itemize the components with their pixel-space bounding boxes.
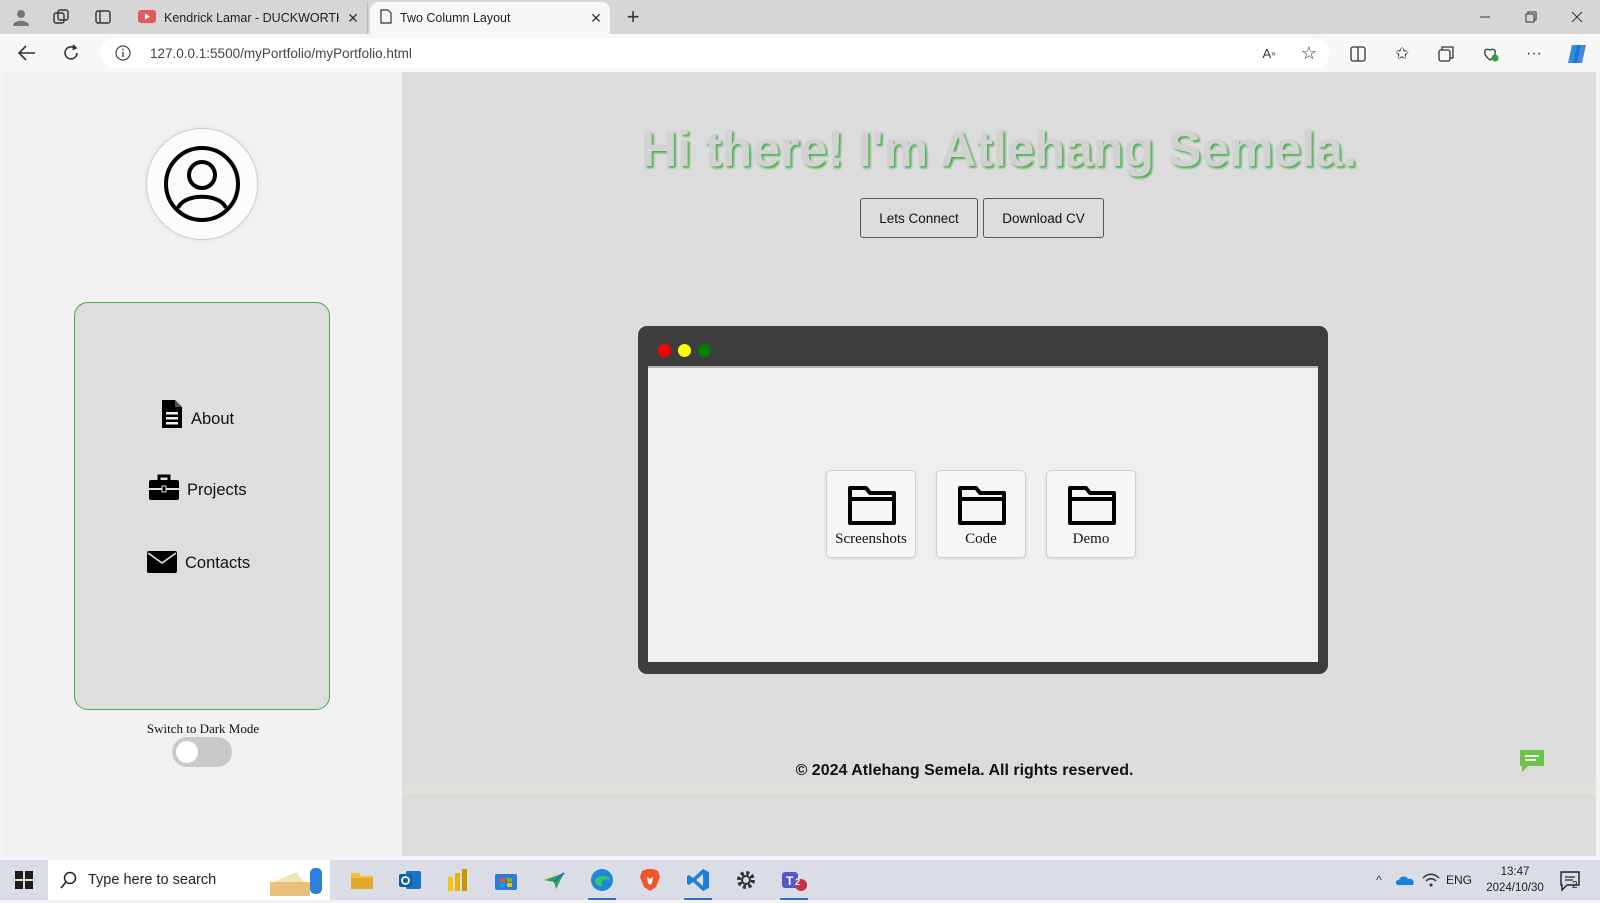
favorites-icon[interactable]: ✩ [1390, 42, 1414, 66]
main-content: Hi there! I'm Atlehang Semela. Lets Conn… [402, 72, 1596, 856]
avatar [146, 128, 258, 240]
nav-card: About Projects Contacts [74, 302, 330, 710]
new-tab-icon[interactable]: + [620, 4, 646, 29]
nav-item-about[interactable]: About [161, 399, 234, 429]
window-minimize-dot[interactable] [678, 344, 691, 357]
search-placeholder: Type here to search [88, 872, 217, 888]
refresh-icon[interactable] [58, 40, 84, 66]
profile-icon[interactable] [8, 6, 34, 28]
tab-youtube[interactable]: Kendrick Lamar - DUCKWORTH. t ✕ [130, 2, 368, 34]
power-bi-icon[interactable] [442, 865, 474, 895]
more-icon[interactable]: ··· [1522, 42, 1546, 66]
close-icon[interactable]: ✕ [339, 10, 367, 27]
nav-label: About [191, 410, 235, 428]
vscode-icon[interactable] [682, 865, 714, 900]
user-circle-icon [164, 146, 240, 222]
favorite-star-icon[interactable]: ☆ [1298, 42, 1320, 64]
search-icon [60, 871, 78, 894]
nav-label: Contacts [185, 554, 251, 572]
tab-two-column-layout[interactable]: Two Column Layout ✕ [370, 2, 610, 34]
outlook-icon[interactable] [394, 865, 426, 895]
folder-demo[interactable]: Demo [1046, 470, 1136, 558]
footer-band [402, 778, 1596, 794]
microsoft-store-icon[interactable] [490, 865, 522, 895]
onedrive-icon[interactable] [1394, 872, 1416, 888]
svg-text:T: T [786, 874, 794, 888]
url-field[interactable]: 127.0.0.1:5500/myPortfolio/myPortfolio.h… [100, 38, 1330, 68]
workspaces-icon[interactable] [48, 6, 74, 28]
notifications-icon[interactable]: 2 [1556, 868, 1586, 894]
folder-label: Demo [1072, 531, 1110, 547]
clock-date: 2024/10/30 [1486, 882, 1544, 894]
restore-icon[interactable] [1516, 6, 1546, 28]
chevron-up-icon[interactable]: ^ [1370, 872, 1388, 888]
edge-browser-icon[interactable] [586, 865, 618, 900]
briefcase-icon [149, 474, 179, 500]
folder-label: Code [965, 531, 997, 547]
youtube-icon [138, 10, 156, 26]
folder-icon [958, 486, 1006, 525]
tab-label: Two Column Layout [400, 11, 511, 25]
read-aloud-icon[interactable]: A» [1258, 42, 1280, 64]
project-window: Screenshots Code Demo [638, 326, 1328, 674]
url-text: 127.0.0.1:5500/myPortfolio/myPortfolio.h… [150, 45, 412, 61]
taskbar-search[interactable]: Type here to search [48, 860, 330, 900]
file-explorer-icon[interactable] [346, 865, 378, 895]
back-icon[interactable] [14, 40, 40, 66]
folder-code[interactable]: Code [936, 470, 1026, 558]
footer-copyright: © 2024 Atlehang Semela. All rights reser… [795, 762, 1134, 779]
window-screen: Screenshots Code Demo [648, 366, 1318, 662]
page-title: Hi there! I'm Atlehang Semela. [641, 121, 1357, 177]
info-icon[interactable] [114, 44, 132, 62]
taskbar: Type here to search T 2 ^ ENG 13:47 2024… [0, 860, 1600, 900]
minimize-icon[interactable] [1470, 6, 1500, 28]
window-maximize-dot[interactable] [698, 344, 711, 357]
collections-icon[interactable] [1434, 42, 1458, 66]
app-arrow-icon[interactable] [538, 865, 570, 895]
download-cv-button[interactable]: Download CV [983, 198, 1104, 238]
nav-item-contacts[interactable]: Contacts [147, 551, 250, 573]
portfolio-page: About Projects Contacts Switch to Dark M… [4, 72, 1596, 856]
browser-tab-bar: Kendrick Lamar - DUCKWORTH. t ✕ Two Colu… [0, 0, 1600, 34]
language-indicator[interactable]: ENG [1446, 873, 1472, 887]
tab-label: Kendrick Lamar - DUCKWORTH. t [164, 11, 339, 25]
wifi-icon[interactable] [1420, 872, 1442, 888]
toggle-knob [176, 741, 198, 763]
teams-icon[interactable]: T 2 [778, 865, 810, 900]
file-icon [161, 399, 183, 429]
page-icon [380, 9, 392, 27]
copilot-icon[interactable] [1564, 41, 1590, 67]
lets-connect-button[interactable]: Lets Connect [860, 198, 978, 238]
window-close-dot[interactable] [658, 344, 671, 357]
dark-mode-toggle[interactable] [172, 737, 232, 767]
close-window-icon[interactable] [1562, 6, 1592, 28]
folder-screenshots[interactable]: Screenshots [826, 470, 916, 558]
dark-mode-label: Switch to Dark Mode [146, 721, 260, 736]
envelope-icon [147, 551, 177, 573]
notification-count: 2 [1572, 880, 1578, 891]
nav-label: Projects [187, 481, 247, 499]
tab-actions-icon[interactable] [90, 6, 116, 28]
clock-time: 13:47 [1500, 866, 1530, 878]
search-highlight-icon [266, 864, 326, 903]
split-screen-icon[interactable] [1346, 42, 1370, 66]
folder-icon [848, 486, 896, 525]
folder-icon [1068, 486, 1116, 525]
windows-start-icon[interactable] [8, 865, 40, 895]
close-icon[interactable]: ✕ [582, 10, 610, 27]
browser-essentials-icon[interactable] [1478, 42, 1502, 66]
folder-label: Screenshots [835, 531, 907, 547]
address-bar: 127.0.0.1:5500/myPortfolio/myPortfolio.h… [0, 34, 1600, 72]
brave-browser-icon[interactable] [634, 865, 666, 895]
teams-badge: 2 [795, 877, 801, 887]
settings-gear-icon[interactable] [730, 865, 762, 895]
chat-icon[interactable] [1518, 748, 1546, 779]
clock[interactable]: 13:47 2024/10/30 [1480, 864, 1550, 896]
nav-item-projects[interactable]: Projects [149, 474, 247, 500]
sidebar: About Projects Contacts Switch to Dark M… [4, 72, 402, 856]
